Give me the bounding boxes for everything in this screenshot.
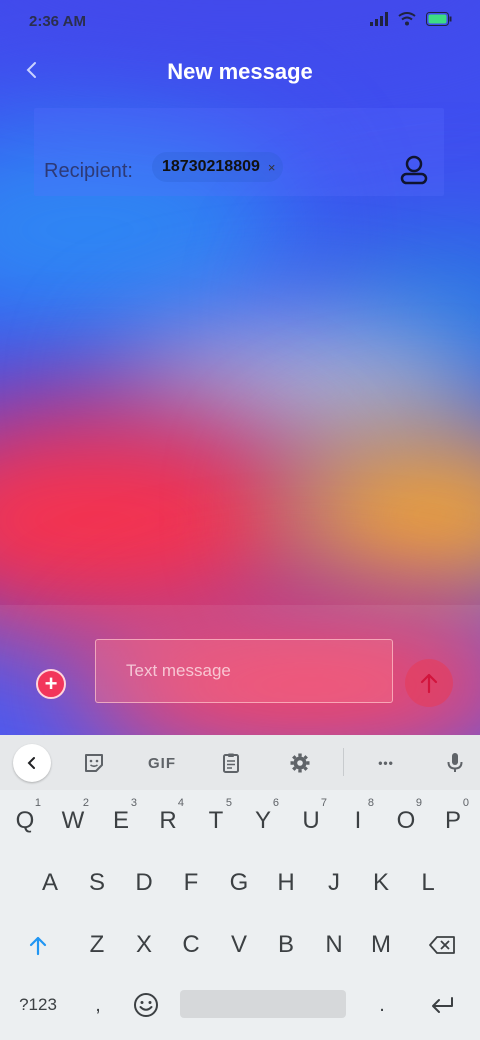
- keyboard-toolbar: GIF •••: [0, 735, 480, 790]
- backspace-icon: [429, 936, 455, 954]
- key-w[interactable]: W2: [51, 793, 95, 849]
- attach-button[interactable]: +: [36, 669, 66, 699]
- shift-arrow-icon: [29, 936, 47, 956]
- key-b[interactable]: B: [263, 917, 309, 973]
- gear-icon: [290, 753, 310, 773]
- space-key[interactable]: [180, 990, 346, 1018]
- key-s[interactable]: S: [74, 855, 120, 911]
- clipboard-button[interactable]: [215, 747, 247, 779]
- enter-arrow-icon: [432, 997, 453, 1013]
- recipient-chip[interactable]: 18730218809 ×: [152, 152, 284, 182]
- person-icon[interactable]: [398, 154, 430, 186]
- enter-key[interactable]: [414, 979, 470, 1031]
- key-g[interactable]: G: [216, 855, 262, 911]
- key-p[interactable]: P0: [431, 793, 475, 849]
- key-z[interactable]: Z: [74, 917, 120, 973]
- status-icons: [370, 12, 452, 26]
- recipient-number: 18730218809: [162, 158, 260, 175]
- key-n[interactable]: N: [311, 917, 357, 973]
- symbols-key[interactable]: ?123: [10, 979, 66, 1031]
- key-c[interactable]: C: [168, 917, 214, 973]
- key-h[interactable]: H: [263, 855, 309, 911]
- backspace-key[interactable]: [414, 917, 470, 973]
- more-icon: •••: [378, 756, 394, 770]
- send-button[interactable]: [405, 659, 453, 707]
- sticker-button[interactable]: [78, 747, 110, 779]
- remove-recipient-icon[interactable]: ×: [268, 160, 276, 175]
- key-r[interactable]: R4: [146, 793, 190, 849]
- key-y[interactable]: Y6: [241, 793, 285, 849]
- chevron-left-icon: [27, 757, 35, 769]
- voice-input-button[interactable]: [439, 747, 471, 779]
- key-m[interactable]: M: [358, 917, 404, 973]
- collapse-toolbar-button[interactable]: [13, 744, 51, 782]
- clipboard-icon: [223, 753, 239, 773]
- key-x[interactable]: X: [121, 917, 167, 973]
- key-l[interactable]: L: [405, 855, 451, 911]
- key-j[interactable]: J: [311, 855, 357, 911]
- key-q[interactable]: Q1: [3, 793, 47, 849]
- emoji-icon: [134, 993, 158, 1017]
- status-time: 2:36 AM: [29, 13, 86, 30]
- gif-label: GIF: [148, 754, 176, 772]
- key-u[interactable]: U7: [289, 793, 333, 849]
- emoji-key[interactable]: [124, 979, 168, 1031]
- more-options-button[interactable]: •••: [370, 747, 402, 779]
- page-title: New message: [167, 59, 313, 84]
- wifi-icon: [398, 12, 416, 26]
- sticker-icon: [85, 754, 103, 772]
- comma-key[interactable]: ,: [76, 979, 120, 1031]
- arrow-up-icon: [420, 673, 438, 694]
- key-i[interactable]: I8: [336, 793, 380, 849]
- signal-icon: [370, 12, 388, 26]
- battery-icon: [426, 12, 452, 26]
- settings-button[interactable]: [284, 747, 316, 779]
- shift-key[interactable]: [12, 917, 64, 973]
- key-k[interactable]: K: [358, 855, 404, 911]
- app-header: New message: [0, 44, 480, 100]
- period-key[interactable]: .: [360, 979, 404, 1031]
- key-o[interactable]: O9: [384, 793, 428, 849]
- key-t[interactable]: T5: [194, 793, 238, 849]
- key-f[interactable]: F: [168, 855, 214, 911]
- key-e[interactable]: E3: [99, 793, 143, 849]
- microphone-icon: [447, 753, 463, 772]
- key-v[interactable]: V: [216, 917, 262, 973]
- recipient-label: Recipient:: [44, 160, 133, 182]
- toolbar-divider: [343, 748, 344, 776]
- status-bar: 2:36 AM: [0, 0, 480, 44]
- gif-button[interactable]: GIF: [144, 747, 180, 779]
- key-a[interactable]: A: [27, 855, 73, 911]
- message-input[interactable]: [95, 639, 393, 703]
- on-screen-keyboard: GIF ••• Q 1 W 2 E 3 R 4 T 5 Y 6 U 7 I 8 …: [0, 735, 480, 1040]
- key-d[interactable]: D: [121, 855, 167, 911]
